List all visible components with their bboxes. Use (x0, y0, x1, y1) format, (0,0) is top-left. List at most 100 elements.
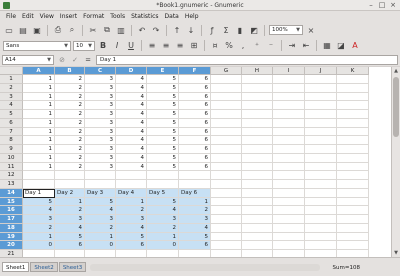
cell-f16[interactable]: 2 (179, 206, 211, 215)
cell-h16[interactable] (242, 206, 273, 215)
cell-k13[interactable] (337, 180, 369, 189)
cell-j3[interactable] (305, 92, 337, 102)
cell-j5[interactable] (305, 110, 337, 119)
cell-g9[interactable] (211, 145, 242, 154)
cell-c14[interactable]: Day 3 (85, 188, 116, 198)
cell-d1[interactable]: 4 (116, 75, 147, 84)
cell-g18[interactable] (211, 223, 242, 233)
cell-e12[interactable] (147, 171, 179, 180)
row-header-10[interactable]: 10 (0, 153, 23, 163)
cell-e20[interactable]: 0 (147, 241, 179, 250)
cell-g4[interactable] (211, 101, 242, 110)
cell-h6[interactable] (242, 118, 273, 128)
cell-b15[interactable]: 1 (55, 197, 85, 207)
cell-f15[interactable]: 1 (179, 197, 211, 207)
cell-c17[interactable]: 3 (85, 215, 116, 224)
cell-i10[interactable] (273, 153, 305, 163)
cell-i9[interactable] (273, 145, 305, 154)
cell-a6[interactable]: 1 (23, 118, 55, 128)
cell-e9[interactable]: 5 (147, 145, 179, 154)
cell-a11[interactable]: 1 (23, 162, 55, 172)
cell-e10[interactable]: 5 (147, 153, 179, 163)
cell-g10[interactable] (211, 153, 242, 163)
cell-e3[interactable]: 5 (147, 92, 179, 102)
cell-i3[interactable] (273, 92, 305, 102)
align-center-icon[interactable]: ≡ (160, 40, 172, 52)
column-header-h[interactable]: H (242, 67, 273, 75)
cell-k11[interactable] (337, 162, 369, 172)
cell-d11[interactable]: 4 (116, 162, 147, 172)
cell-d5[interactable]: 4 (116, 110, 147, 119)
cell-a8[interactable]: 1 (23, 136, 55, 145)
italic-icon[interactable]: I (111, 40, 123, 52)
cell-i4[interactable] (273, 101, 305, 110)
cell-j20[interactable] (305, 241, 337, 250)
cell-g17[interactable] (211, 215, 242, 224)
row-header-16[interactable]: 16 (0, 206, 23, 215)
zoom-select[interactable]: 100% ▼ (269, 25, 303, 35)
outdent-icon[interactable]: ⇤ (300, 40, 312, 52)
cell-j16[interactable] (305, 206, 337, 215)
spreadsheet-grid[interactable]: ABCDEFGHIJK11234562123456312345641234565… (0, 67, 391, 257)
cell-i13[interactable] (273, 180, 305, 189)
cell-e18[interactable]: 2 (147, 223, 179, 233)
cell-j13[interactable] (305, 180, 337, 189)
cell-a13[interactable] (23, 180, 55, 189)
cell-k5[interactable] (337, 110, 369, 119)
cell-e4[interactable]: 5 (147, 101, 179, 110)
cell-a9[interactable]: 1 (23, 145, 55, 154)
cell-d14[interactable]: Day 4 (116, 188, 147, 198)
vertical-scrollbar[interactable]: ▲ ▼ (391, 67, 400, 257)
cell-k6[interactable] (337, 118, 369, 128)
sort-descending-icon[interactable]: ↓ (185, 24, 197, 36)
cell-c7[interactable]: 3 (85, 127, 116, 137)
row-header-11[interactable]: 11 (0, 162, 23, 172)
cell-h1[interactable] (242, 75, 273, 84)
cell-h9[interactable] (242, 145, 273, 154)
cell-d21[interactable] (116, 250, 147, 257)
select-all-corner[interactable] (0, 67, 23, 75)
cell-i21[interactable] (273, 250, 305, 257)
cell-c8[interactable]: 3 (85, 136, 116, 145)
indent-icon[interactable]: ⇥ (286, 40, 298, 52)
cell-e13[interactable] (147, 180, 179, 189)
cell-j19[interactable] (305, 232, 337, 242)
cell-b2[interactable]: 2 (55, 83, 85, 93)
row-header-3[interactable]: 3 (0, 92, 23, 102)
cell-j6[interactable] (305, 118, 337, 128)
cell-k19[interactable] (337, 232, 369, 242)
cell-k20[interactable] (337, 241, 369, 250)
cut-icon[interactable]: ✂ (87, 24, 99, 36)
print-preview-icon[interactable]: ⌕ (66, 24, 78, 36)
cell-g21[interactable] (211, 250, 242, 257)
percent-icon[interactable]: % (223, 40, 235, 52)
cell-a20[interactable]: 0 (23, 241, 55, 250)
print-icon[interactable]: ⎙ (52, 24, 64, 36)
cell-e15[interactable]: 5 (147, 197, 179, 207)
cell-k10[interactable] (337, 153, 369, 163)
cell-a1[interactable]: 1 (23, 75, 55, 84)
cell-f19[interactable]: 5 (179, 232, 211, 242)
cell-h15[interactable] (242, 197, 273, 207)
cell-d20[interactable]: 6 (116, 241, 147, 250)
row-header-8[interactable]: 8 (0, 136, 23, 145)
cell-f2[interactable]: 6 (179, 83, 211, 93)
cell-a4[interactable]: 1 (23, 101, 55, 110)
cell-i16[interactable] (273, 206, 305, 215)
row-header-5[interactable]: 5 (0, 110, 23, 119)
cell-i8[interactable] (273, 136, 305, 145)
cell-b17[interactable]: 3 (55, 215, 85, 224)
cell-c2[interactable]: 3 (85, 83, 116, 93)
menu-file[interactable]: File (3, 11, 19, 22)
row-header-21[interactable]: 21 (0, 250, 23, 257)
sheet-tab-3[interactable]: Sheet3 (58, 262, 87, 272)
cell-i5[interactable] (273, 110, 305, 119)
cell-k17[interactable] (337, 215, 369, 224)
cell-g1[interactable] (211, 75, 242, 84)
cell-b14[interactable]: Day 2 (55, 188, 85, 198)
cell-a21[interactable] (23, 250, 55, 257)
align-right-icon[interactable]: ≡ (174, 40, 186, 52)
cell-f9[interactable]: 6 (179, 145, 211, 154)
cell-a10[interactable]: 1 (23, 153, 55, 163)
chart-icon[interactable]: ▮ (234, 24, 246, 36)
